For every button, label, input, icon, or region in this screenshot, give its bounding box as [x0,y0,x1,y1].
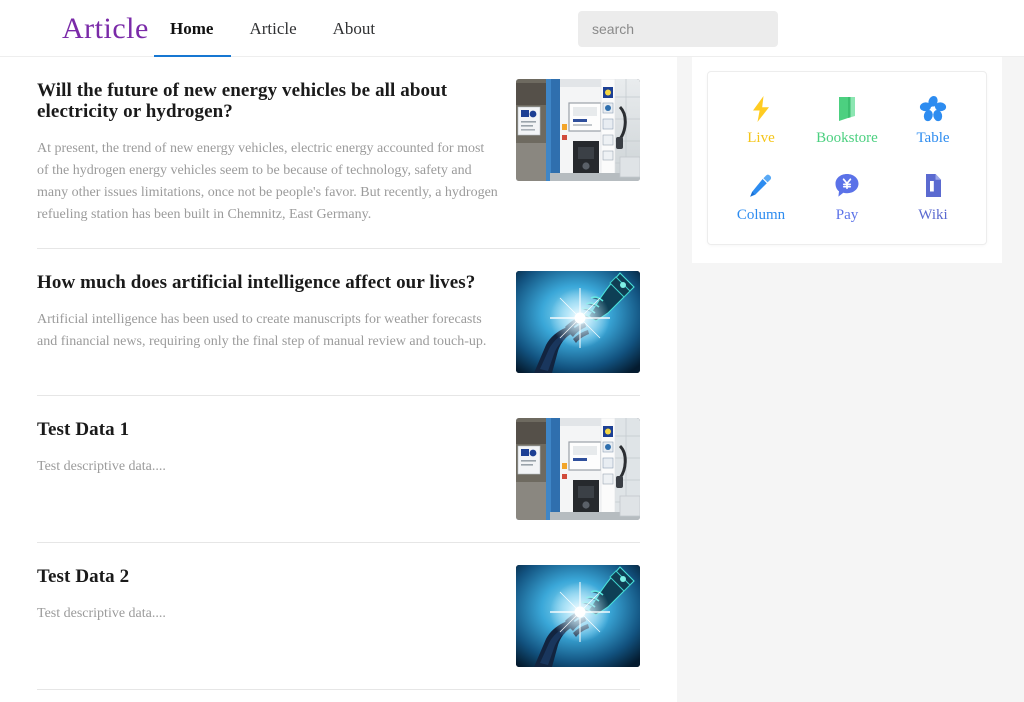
shortcut-bookstore[interactable]: Bookstore [804,94,890,147]
article-thumbnail-ai-hands[interactable] [516,271,640,373]
article-list-item[interactable]: Test Data 1 Test descriptive data.... [37,396,640,543]
shortcut-table-label: Table [916,129,949,147]
nav-item-article[interactable]: Article [231,0,314,57]
article-text-block: How much does artificial intelligence af… [37,271,498,353]
shortcut-table[interactable]: Table [890,94,976,147]
article-thumbnail-hydrogen-station[interactable] [516,79,640,181]
nav-item-about-label: About [333,19,376,39]
article-text-block: Will the future of new energy vehicles b… [37,79,498,226]
article-description: Test descriptive data.... [37,603,498,625]
shortcut-bookstore-label: Bookstore [816,129,878,147]
article-thumbnail-hydrogen-station[interactable] [516,418,640,520]
nav-item-about[interactable]: About [315,0,394,57]
yen-chat-bubble-icon [834,171,860,201]
search-input[interactable] [578,11,778,47]
article-description: At present, the trend of new energy vehi… [37,138,498,226]
page-body: Will the future of new energy vehicles b… [0,57,1024,702]
article-description: Artificial intelligence has been used to… [37,309,498,353]
main-navigation: Home Article About [154,0,393,57]
lightning-bolt-icon [748,94,774,124]
content-column: Will the future of new energy vehicles b… [0,57,677,702]
pinwheel-flower-icon [919,94,947,124]
nav-item-home-label: Home [170,19,213,39]
shortcut-wiki-label: Wiki [918,206,947,224]
nav-item-article-label: Article [249,19,296,39]
article-list-item[interactable]: How much does artificial intelligence af… [37,249,640,396]
sidebar-column: Live Bookstore [692,57,1002,263]
article-list-item[interactable]: Will the future of new energy vehicles b… [37,57,640,249]
open-book-icon [835,94,859,124]
shortcut-pay-label: Pay [836,206,859,224]
article-text-block: Test Data 2 Test descriptive data.... [37,565,498,625]
site-logo[interactable]: Article [62,12,149,46]
article-list: Will the future of new energy vehicles b… [0,57,677,690]
shortcut-live-label: Live [747,129,775,147]
shortcut-column-label: Column [737,206,785,224]
document-page-icon [921,171,945,201]
nav-item-home[interactable]: Home [154,0,231,57]
shortcuts-grid: Live Bookstore [718,94,976,224]
article-text-block: Test Data 1 Test descriptive data.... [37,418,498,478]
shortcut-column[interactable]: Column [718,171,804,224]
article-thumbnail-ai-hands[interactable] [516,565,640,667]
shortcut-wiki[interactable]: Wiki [890,171,976,224]
article-title[interactable]: Will the future of new energy vehicles b… [37,80,498,122]
shortcut-pay[interactable]: Pay [804,171,890,224]
shortcut-live[interactable]: Live [718,94,804,147]
article-title[interactable]: Test Data 2 [37,566,498,587]
pencil-icon [747,171,775,201]
article-list-item[interactable]: Test Data 2 Test descriptive data.... [37,543,640,690]
article-title[interactable]: Test Data 1 [37,419,498,440]
article-description: Test descriptive data.... [37,456,498,478]
search-container [578,11,778,47]
site-header: Article Home Article About [0,0,1024,57]
article-title[interactable]: How much does artificial intelligence af… [37,272,498,293]
shortcuts-panel: Live Bookstore [707,71,987,245]
